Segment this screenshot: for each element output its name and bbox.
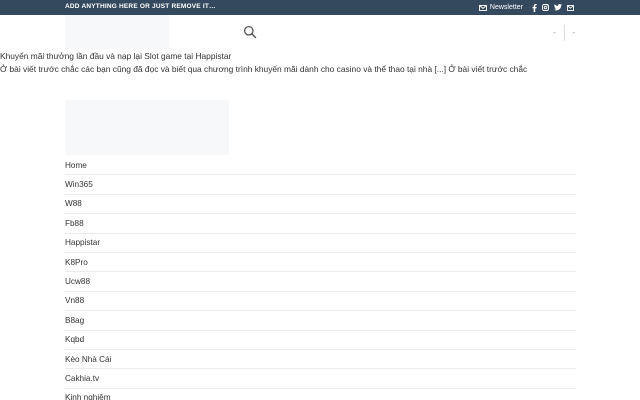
instagram-icon[interactable]	[542, 4, 549, 11]
header-right: - -	[553, 25, 575, 41]
menu-item-win365[interactable]: Win365	[65, 175, 576, 195]
top-bar: ADD ANYTHING HERE OR JUST REMOVE IT… New…	[0, 0, 640, 15]
search-button[interactable]	[243, 25, 257, 39]
menu-item-w88[interactable]: W88	[65, 195, 576, 215]
twitter-icon[interactable]	[554, 4, 562, 11]
facebook-icon[interactable]	[532, 3, 537, 12]
menu-item-kinh-nghiem[interactable]: Kinh nghiệm	[65, 389, 576, 400]
menu-item-cakhia[interactable]: Cakhia.tv	[65, 369, 576, 389]
main-header: - -	[0, 15, 640, 49]
topbar-text: ADD ANYTHING HERE OR JUST REMOVE IT…	[65, 3, 216, 10]
menu-item-ucw88[interactable]: Ucw88	[65, 272, 576, 292]
envelope-icon	[478, 4, 487, 11]
header-link-1[interactable]: -	[553, 30, 555, 37]
post-excerpt: Ở bài viết trước chắc các bạn cũng đã đọ…	[0, 64, 528, 74]
social-icons	[532, 3, 574, 12]
topbar-right: Newsletter	[478, 2, 574, 13]
header-link-2[interactable]: -	[573, 30, 575, 37]
menu-item-home[interactable]: Home	[65, 156, 576, 176]
search-icon	[243, 25, 257, 39]
menu-item-happistar[interactable]: Happistar	[65, 234, 576, 253]
main-menu: Home Win365 W88 Fb88 Happistar K8Pro Ucw…	[65, 156, 576, 400]
post-title[interactable]: Khuyến mãi thưởng lần đầu và nạp lại Slo…	[0, 51, 231, 61]
header-divider	[563, 25, 565, 41]
menu-item-k8pro[interactable]: K8Pro	[65, 253, 576, 273]
menu-item-b8ag[interactable]: B8ag	[65, 311, 576, 331]
site-logo[interactable]	[65, 15, 169, 49]
menu-item-keo-nha-cai[interactable]: Kèo Nhà Cái	[65, 350, 576, 370]
menu-item-fb88[interactable]: Fb88	[65, 214, 576, 234]
menu-logo[interactable]	[65, 100, 229, 155]
newsletter-link[interactable]: Newsletter	[478, 4, 523, 11]
menu-item-vn88[interactable]: Vn88	[65, 292, 576, 312]
menu-item-kqbd[interactable]: Kqbd	[65, 331, 576, 350]
email-icon[interactable]	[567, 4, 574, 11]
newsletter-label: Newsletter	[489, 4, 523, 11]
